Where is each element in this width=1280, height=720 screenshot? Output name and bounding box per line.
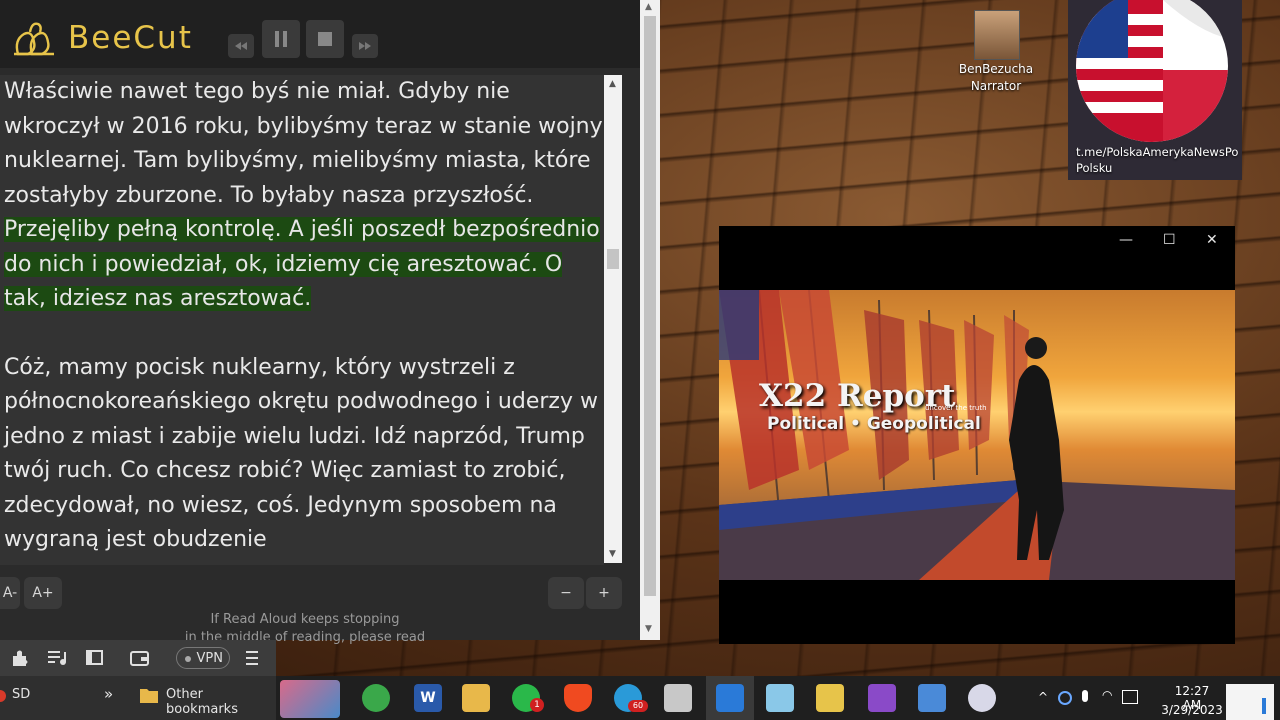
channel-label: t.me/PolskaAmerykaNewsPo Polsku [1076, 144, 1242, 176]
text-scroll-thumb[interactable] [607, 249, 619, 269]
text-scrollbar[interactable]: ▲ ▼ [604, 75, 622, 563]
snipping-tool-app-icon[interactable] [664, 684, 692, 712]
vpn-status-dot [185, 656, 191, 662]
channel-tile[interactable]: t.me/PolskaAmerykaNewsPo Polsku [1068, 0, 1242, 180]
scroll-up-icon[interactable]: ▲ [609, 79, 616, 89]
player-icon [716, 684, 744, 712]
paragraph-1-highlighted-text: Przejęliby pełną kontrolę. A jeśli posze… [4, 217, 600, 311]
word-app-icon[interactable]: W [414, 684, 442, 712]
font-decrease-button[interactable]: A- [0, 577, 20, 609]
us-poland-flag-icon [1076, 0, 1228, 142]
show-hidden-icons-icon[interactable]: ^ [1038, 690, 1048, 704]
wallet-icon[interactable] [130, 649, 150, 667]
reader-bottom-bar: A- A+ − + If Read Aloud keeps stopping i… [0, 565, 640, 645]
more-bookmarks-button[interactable]: » [104, 685, 113, 703]
scroll-down-icon[interactable]: ▼ [609, 549, 616, 559]
close-button[interactable]: ✕ [1206, 232, 1218, 248]
reading-text-pane[interactable]: Właściwie nawet tego byś nie miał. Gdyby… [0, 75, 604, 565]
window-scrollbar[interactable]: ▲ ▼ [640, 0, 660, 640]
beecut-app-icon[interactable] [816, 684, 844, 712]
bookmark-sd[interactable]: SD [12, 687, 30, 702]
narrator-label-line1: BenBezucha [958, 62, 1034, 76]
telegram-badge: 60 [628, 700, 648, 712]
vpn-button[interactable]: VPN [176, 647, 230, 669]
channel-label-line1: t.me/PolskaAmerykaNewsPo [1076, 145, 1239, 159]
windows-taskbar: W 1 60 ^ ◠ [276, 676, 1280, 720]
pause-button[interactable] [262, 20, 300, 58]
clock-date[interactable]: 3/29/2023 [1160, 703, 1224, 717]
x22-small-tag: uncover the truth [925, 404, 987, 412]
paint-app-icon[interactable] [280, 680, 340, 718]
vpn-label: VPN [196, 651, 223, 666]
rewind-button[interactable] [228, 34, 254, 58]
photos-app-icon[interactable] [918, 684, 946, 712]
sd-favicon-icon [0, 690, 6, 702]
sidebar-icon[interactable] [86, 649, 104, 667]
speed-minus-button[interactable]: − [548, 577, 584, 609]
browser-toolbar [0, 640, 276, 676]
video-editor-app-icon[interactable] [868, 684, 896, 712]
stop-icon [318, 32, 332, 46]
brave-app-icon[interactable] [564, 684, 592, 712]
notice-line-1: If Read Aloud keeps stopping [210, 612, 400, 627]
wifi-icon[interactable]: ◠ [1102, 688, 1112, 702]
window-scroll-down-icon[interactable]: ▼ [645, 624, 652, 634]
microphone-icon[interactable] [1082, 690, 1088, 702]
active-player-app-icon[interactable] [706, 676, 754, 720]
bee-logo-icon [14, 22, 54, 56]
channel-label-line2: Polsku [1076, 161, 1113, 175]
video-scene-image [719, 290, 1235, 580]
paragraph-2: Cóż, mamy pocisk nuklearny, który wystrz… [4, 354, 598, 553]
paragraph-1-read-text: Właściwie nawet tego byś nie miał. Gdyby… [4, 79, 603, 208]
notification-icon [1262, 698, 1266, 714]
stop-button[interactable] [306, 20, 344, 58]
narrator-avatar-icon[interactable] [974, 10, 1020, 60]
reader-window: BeeCut Właściwie nawet tego byś nie miał… [0, 0, 660, 645]
notification-button[interactable] [1226, 684, 1274, 720]
font-increase-button[interactable]: A+ [24, 577, 62, 609]
notepad-app-icon[interactable] [766, 684, 794, 712]
reader-toolbar: BeeCut [0, 0, 640, 68]
video-player-window: — ☐ ✕ X22 Report uncover the truth Polit… [719, 226, 1235, 644]
media-app-icon[interactable] [968, 684, 996, 712]
tray-app-icon[interactable] [1058, 691, 1072, 705]
narrator-label[interactable]: BenBezucha Narrator [950, 61, 1042, 95]
greenshot-app-icon[interactable] [362, 684, 390, 712]
app-title: BeeCut [68, 20, 193, 56]
window-scroll-up-icon[interactable]: ▲ [645, 2, 652, 12]
telegram-app-icon[interactable]: 60 [614, 684, 648, 712]
file-explorer-app-icon[interactable] [462, 684, 490, 712]
media-queue-icon[interactable] [46, 648, 68, 668]
bookmarks-bar: SD » Other bookmarks [0, 676, 276, 720]
whatsapp-badge: 1 [530, 698, 544, 712]
paragraph-1: Właściwie nawet tego byś nie miał. Gdyby… [0, 75, 604, 317]
volume-icon[interactable] [1122, 690, 1138, 704]
forward-button[interactable] [352, 34, 378, 58]
folder-icon [140, 689, 158, 703]
pause-icon [275, 31, 287, 47]
word-letter-icon: W [420, 690, 436, 706]
maximize-button[interactable]: ☐ [1163, 232, 1176, 248]
rewind-icon [235, 42, 247, 50]
x22-tagline: Political • Geopolitical [767, 414, 981, 434]
video-frame[interactable]: X22 Report uncover the truth Political •… [719, 290, 1235, 580]
menu-icon[interactable] [244, 649, 260, 667]
minimize-button[interactable]: — [1119, 232, 1133, 248]
forward-icon [359, 42, 371, 50]
window-scroll-thumb[interactable] [644, 16, 656, 596]
speed-plus-button[interactable]: + [586, 577, 622, 609]
extensions-icon[interactable] [10, 648, 30, 668]
other-bookmarks[interactable]: Other bookmarks [166, 687, 276, 717]
narrator-label-line2: Narrator [970, 79, 1022, 93]
whatsapp-app-icon[interactable]: 1 [512, 684, 544, 712]
